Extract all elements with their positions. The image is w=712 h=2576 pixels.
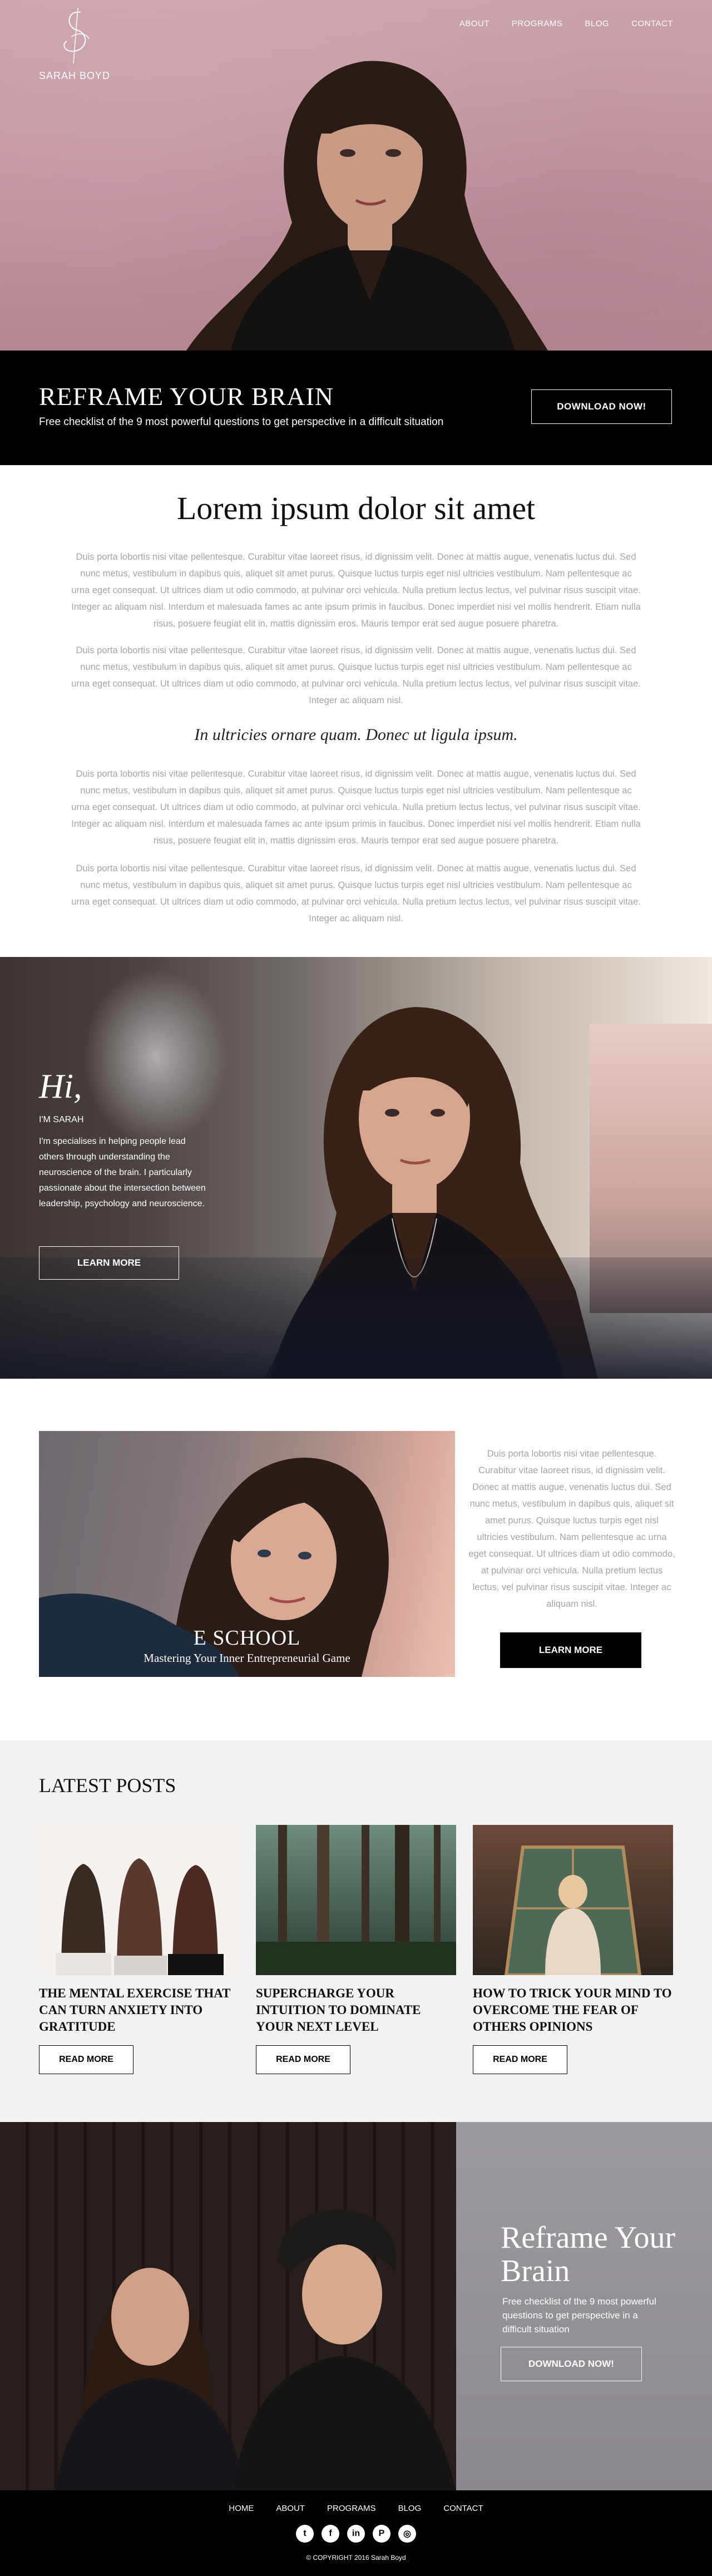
post-title[interactable]: HOW TO TRICK YOUR MIND TO OVERCOME THE F… — [473, 1985, 673, 2035]
reframe-text: Free checklist of the 9 most powerful qu… — [502, 2296, 656, 2335]
read-more-button[interactable]: READ MORE — [39, 2045, 134, 2074]
footer-nav-home[interactable]: HOME — [229, 2504, 254, 2513]
hero-portrait-image — [186, 61, 548, 351]
eschool-image[interactable]: E SCHOOL Mastering Your Inner Entreprene… — [39, 1431, 455, 1677]
post-thumbnail[interactable] — [473, 1825, 673, 1975]
post-card: HOW TO TRICK YOUR MIND TO OVERCOME THE F… — [473, 1825, 673, 2074]
couple-photo — [56, 2210, 456, 2490]
intro-article: Lorem ipsum dolor sit amet Duis porta lo… — [0, 465, 712, 957]
read-more-button[interactable]: READ MORE — [256, 2045, 350, 2074]
logo-text: SARAH BOYD — [39, 70, 111, 81]
eschool-subtitle: Mastering Your Inner Entrepreneurial Gam… — [144, 1651, 350, 1665]
hi-subheading: I'M SARAH — [39, 1115, 84, 1124]
article-paragraph: Duis porta lobortis nisi vitae pellentes… — [71, 645, 641, 705]
reframe-download-button[interactable]: DOWNLOAD NOW! — [501, 2347, 642, 2381]
download-now-button[interactable]: DOWNLOAD NOW! — [531, 389, 672, 424]
about-learn-more-button[interactable]: LEARN MORE — [39, 1246, 179, 1280]
footer-nav-contact[interactable]: CONTACT — [443, 2504, 483, 2513]
footer-nav-about[interactable]: ABOUT — [276, 2504, 305, 2513]
nav-contact[interactable]: CONTACT — [631, 19, 673, 28]
reframe-banner: Reframe Your Brain Free checklist of the… — [0, 2122, 712, 2490]
logo[interactable]: SARAH BOYD — [39, 8, 117, 86]
nav-blog[interactable]: BLOG — [585, 19, 609, 28]
post-image-forest — [256, 1825, 456, 1975]
footer-nav-blog[interactable]: BLOG — [398, 2504, 422, 2513]
footer-nav: HOME ABOUT PROGRAMS BLOG CONTACT — [0, 2504, 712, 2513]
about-section: Hi, I'M SARAH I'm specialises in helping… — [0, 957, 712, 1379]
rss-icon[interactable]: ◎ — [398, 2525, 416, 2543]
eschool-learn-more-button[interactable]: LEARN MORE — [500, 1632, 641, 1668]
article-subheading: In ultricies ornare quam. Donec ut ligul… — [194, 726, 518, 744]
linkedin-icon[interactable]: in — [347, 2525, 365, 2543]
pinterest-icon[interactable]: P — [373, 2525, 390, 2543]
background-light — [83, 968, 228, 1146]
post-title[interactable]: THE MENTAL EXERCISE THAT CAN TURN ANXIET… — [39, 1985, 239, 2035]
article-paragraph: Duis porta lobortis nisi vitae pellentes… — [71, 552, 641, 629]
band-title: REFRAME YOUR BRAIN — [39, 382, 334, 411]
footer: HOME ABOUT PROGRAMS BLOG CONTACT t f in … — [0, 2490, 712, 2576]
nav-programs[interactable]: PROGRAMS — [512, 19, 563, 28]
post-title[interactable]: SUPERCHARGE YOUR INTUITION TO DOMINATE Y… — [256, 1985, 456, 2035]
eschool-section: E SCHOOL Mastering Your Inner Entreprene… — [0, 1379, 712, 1740]
logo-monogram-icon — [63, 8, 90, 64]
eschool-title: E SCHOOL — [193, 1626, 301, 1650]
footer-nav-programs[interactable]: PROGRAMS — [327, 2504, 376, 2513]
article-title: Lorem ipsum dolor sit amet — [176, 490, 536, 526]
checklist-band: REFRAME YOUR BRAIN Free checklist of the… — [0, 351, 712, 465]
hi-heading: Hi, — [39, 1068, 82, 1106]
post-card: THE MENTAL EXERCISE THAT CAN TURN ANXIET… — [39, 1825, 239, 2074]
nav-about[interactable]: ABOUT — [459, 19, 490, 28]
read-more-button[interactable]: READ MORE — [473, 2045, 567, 2074]
post-thumbnail[interactable] — [39, 1825, 239, 1975]
main-nav: ABOUT PROGRAMS BLOG CONTACT — [459, 19, 673, 28]
hi-bio: I'm specialises in helping people lead o… — [39, 1137, 206, 1208]
facebook-icon[interactable]: f — [322, 2525, 339, 2543]
band-subtitle: Free checklist of the 9 most powerful qu… — [39, 416, 444, 428]
post-image-mirror — [504, 1845, 642, 1975]
post-image-women — [56, 1858, 224, 1975]
latest-posts-heading: LATEST POSTS — [39, 1774, 176, 1797]
latest-posts-section: LATEST POSTS THE MENTAL EXERCISE THAT CA… — [0, 1740, 712, 2122]
copyright: © COPYRIGHT 2016 Sarah Boyd — [306, 2554, 406, 2562]
reframe-title: Reframe Your Brain — [501, 2220, 676, 2288]
post-card: SUPERCHARGE YOUR INTUITION TO DOMINATE Y… — [256, 1825, 456, 2074]
article-paragraph: Duis porta lobortis nisi vitae pellentes… — [71, 769, 641, 846]
twitter-icon[interactable]: t — [296, 2525, 314, 2543]
article-paragraph: Duis porta lobortis nisi vitae pellentes… — [71, 863, 641, 924]
post-thumbnail[interactable] — [256, 1825, 456, 1975]
social-links: t f in P ◎ — [0, 2525, 712, 2543]
eschool-description: Duis porta lobortis nisi vitae pellentes… — [468, 1449, 675, 1609]
hero-section: SARAH BOYD ABOUT PROGRAMS BLOG CONTACT — [0, 0, 712, 351]
